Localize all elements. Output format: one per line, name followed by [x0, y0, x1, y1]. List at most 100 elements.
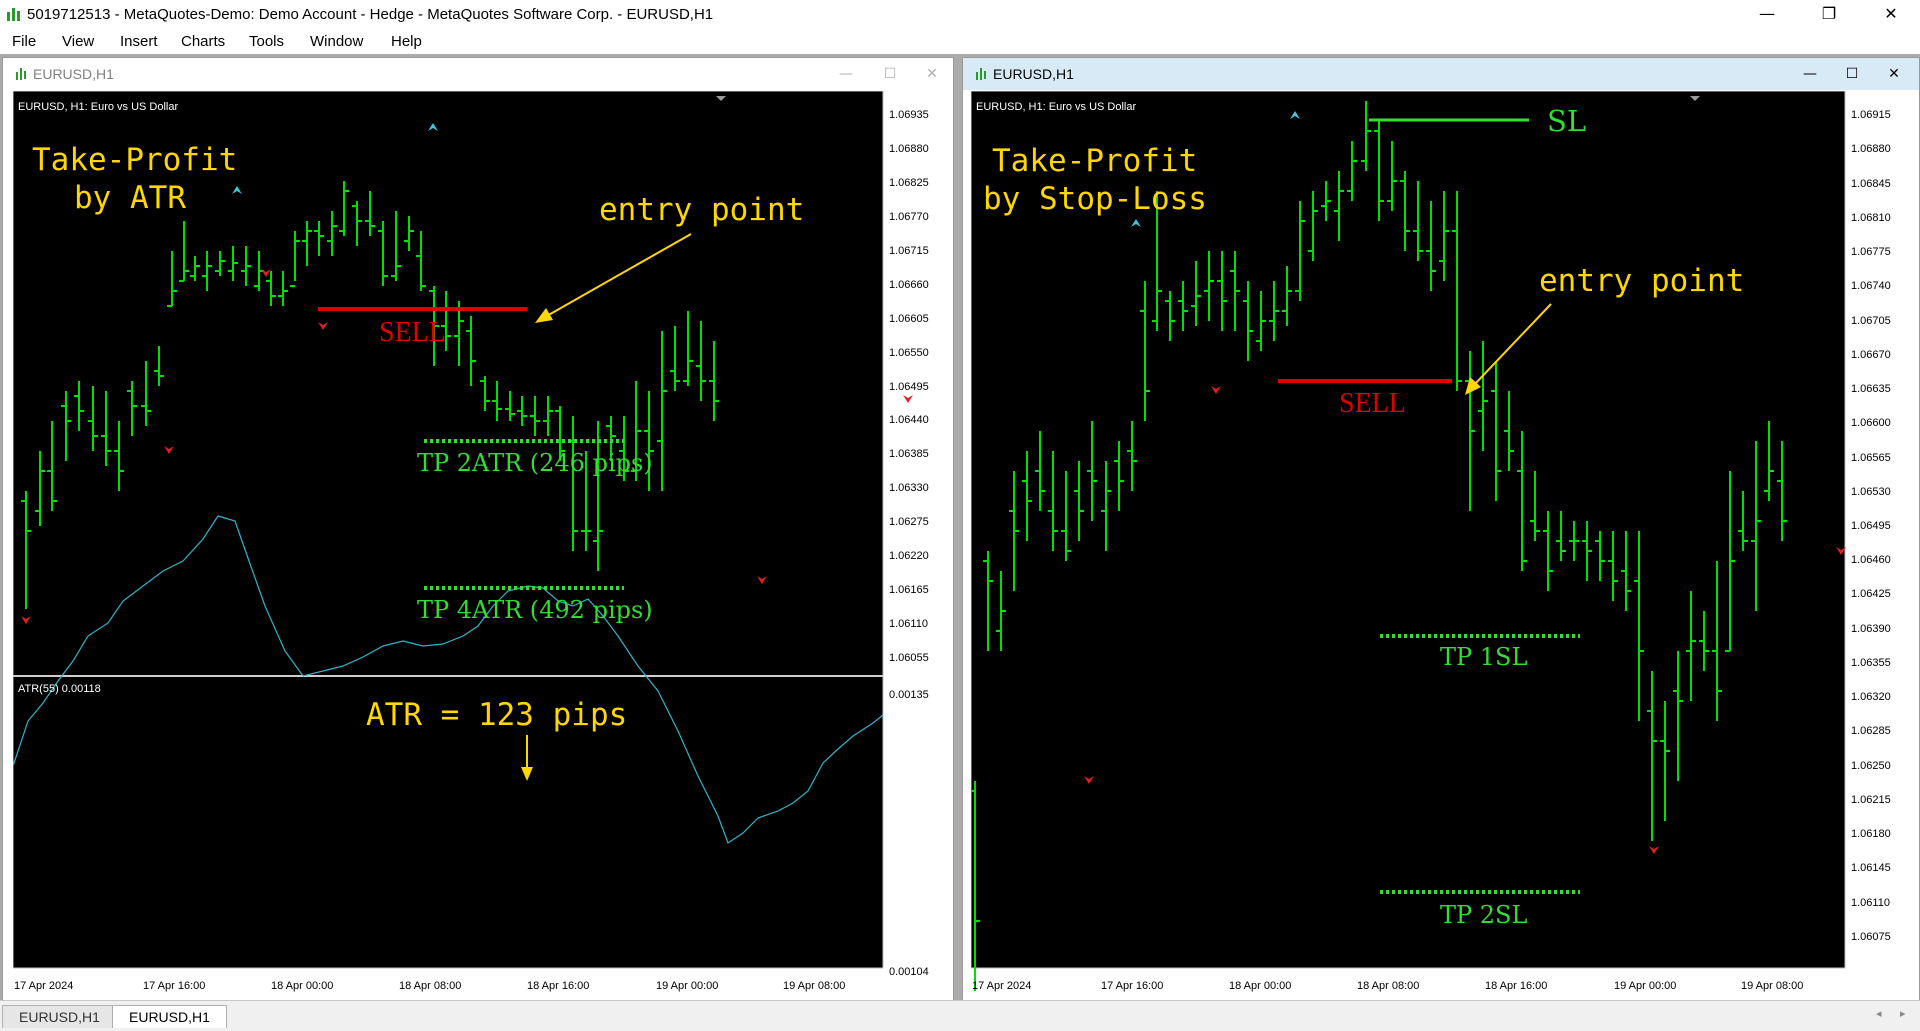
atr-tick: 0.00104: [889, 966, 929, 978]
time-tick: 18 Apr 16:00: [1485, 980, 1547, 992]
left-window-titlebar[interactable]: EURUSD,H1 — ☐ ✕: [3, 58, 953, 90]
menu-insert[interactable]: Insert: [120, 33, 158, 50]
time-tick: 18 Apr 08:00: [399, 980, 461, 992]
price-tick: 1.06390: [1851, 623, 1891, 635]
price-tick: 1.06355: [1851, 657, 1891, 669]
right-window-titlebar[interactable]: EURUSD,H1 — ☐ ✕: [963, 58, 1919, 90]
price-tick: 1.06880: [889, 143, 929, 155]
price-tick: 1.06915: [1851, 109, 1891, 121]
time-tick: 19 Apr 00:00: [1614, 980, 1676, 992]
price-tick: 1.06250: [1851, 760, 1891, 772]
price-tick: 1.06495: [1851, 520, 1891, 532]
left-minimize-button[interactable]: —: [831, 63, 861, 85]
price-tick: 1.06215: [1851, 794, 1891, 806]
menu-help[interactable]: Help: [391, 33, 422, 50]
price-tick: 1.06495: [889, 381, 929, 393]
price-tick: 1.06810: [1851, 212, 1891, 224]
time-tick: 18 Apr 00:00: [1229, 980, 1291, 992]
atr-value-label: ATR = 123 pips: [366, 697, 627, 733]
right-entry-label: entry point: [1539, 263, 1744, 299]
left-annotation-title-2: by ATR: [74, 180, 186, 216]
time-tick: 17 Apr 16:00: [143, 980, 205, 992]
left-chart-canvas[interactable]: EURUSD, H1: Euro vs US Dollar ATR(55) 0.…: [13, 91, 953, 995]
time-tick: 17 Apr 2024: [972, 980, 1031, 992]
time-tick: 17 Apr 2024: [14, 980, 73, 992]
price-tick: 1.06320: [1851, 691, 1891, 703]
menu-window[interactable]: Window: [310, 33, 363, 50]
sl-label: SL: [1547, 104, 1586, 138]
time-tick: 19 Apr 00:00: [656, 980, 718, 992]
price-tick: 1.06425: [1851, 588, 1891, 600]
price-tick: 1.06660: [889, 279, 929, 291]
price-tick: 1.06110: [889, 618, 928, 630]
menu-charts[interactable]: Charts: [181, 33, 225, 50]
menu-view[interactable]: View: [62, 33, 94, 50]
atr-info: ATR(55) 0.00118: [18, 683, 101, 695]
window-title: 5019712513 - MetaQuotes-Demo: Demo Accou…: [27, 6, 714, 23]
price-tick: 1.06935: [889, 109, 929, 121]
right-tp2-label: TP 2SL: [1440, 901, 1527, 929]
left-sell-label: SELL: [379, 317, 446, 348]
time-tick: 18 Apr 00:00: [271, 980, 333, 992]
right-chart-window: EURUSD,H1 — ☐ ✕ EURUSD, H1: Euro vs US D…: [962, 57, 1920, 1001]
tabs-scroll-right-icon[interactable]: ▸: [1900, 1007, 1906, 1020]
right-maximize-button[interactable]: ☐: [1837, 63, 1867, 85]
right-annotation-title-2: by Stop-Loss: [983, 181, 1207, 217]
time-tick: 19 Apr 08:00: [783, 980, 845, 992]
left-close-button[interactable]: ✕: [917, 63, 947, 85]
left-annotation-title-1: Take-Profit: [32, 142, 237, 178]
price-tick: 1.06440: [889, 414, 929, 426]
price-tick: 1.06385: [889, 448, 929, 460]
tab-eurusd-h1-left[interactable]: EURUSD,H1: [2, 1005, 117, 1028]
chart-window-icon: [16, 68, 26, 80]
right-symbol-info: EURUSD, H1: Euro vs US Dollar: [976, 101, 1136, 113]
close-button[interactable]: ✕: [1868, 2, 1914, 26]
left-chart-window: EURUSD,H1 — ☐ ✕ EURUSD, H1: Euro vs US D…: [2, 57, 954, 1001]
menu-tools[interactable]: Tools: [249, 33, 284, 50]
price-tick: 1.06285: [1851, 725, 1891, 737]
left-tp1-label: TP 2ATR (246 pips): [417, 449, 653, 477]
price-tick: 1.06845: [1851, 178, 1891, 190]
atr-tick: 0.00135: [889, 689, 929, 701]
price-tick: 1.06880: [1851, 143, 1891, 155]
price-tick: 1.06740: [1851, 280, 1891, 292]
menu-file[interactable]: File: [12, 33, 36, 50]
restore-button[interactable]: ❐: [1806, 2, 1852, 26]
price-tick: 1.06165: [889, 584, 929, 596]
price-tick: 1.06110: [1851, 897, 1890, 909]
left-maximize-button[interactable]: ☐: [875, 63, 905, 85]
price-tick: 1.06530: [1851, 486, 1891, 498]
time-tick: 17 Apr 16:00: [1101, 980, 1163, 992]
mdi-workspace: EURUSD,H1 — ☐ ✕ EURUSD, H1: Euro vs US D…: [0, 54, 1920, 1001]
right-chart-canvas[interactable]: EURUSD, H1: Euro vs US Dollar Take-Profi…: [971, 91, 1917, 995]
right-chart-background: [971, 91, 1845, 968]
price-tick: 1.06075: [1851, 931, 1891, 943]
menu-bar: File View Insert Charts Tools Window Hel…: [0, 29, 1920, 54]
minimize-button[interactable]: —: [1744, 2, 1790, 26]
price-tick: 1.06460: [1851, 554, 1891, 566]
left-entry-label: entry point: [599, 192, 804, 228]
price-tick: 1.06550: [889, 347, 929, 359]
right-tp1-label: TP 1SL: [1440, 643, 1527, 671]
price-tick: 1.06180: [1851, 828, 1891, 840]
right-sell-label: SELL: [1339, 388, 1406, 419]
price-tick: 1.06275: [889, 516, 929, 528]
chart-window-icon: [976, 68, 986, 80]
price-tick: 1.06670: [1851, 349, 1891, 361]
right-minimize-button[interactable]: —: [1795, 63, 1825, 85]
right-close-button[interactable]: ✕: [1879, 63, 1909, 85]
price-tick: 1.06145: [1851, 862, 1891, 874]
price-tick: 1.06635: [1851, 383, 1891, 395]
price-tick: 1.06605: [889, 313, 929, 325]
price-tick: 1.06705: [1851, 315, 1891, 327]
price-tick: 1.06220: [889, 550, 929, 562]
price-tick: 1.06775: [1851, 246, 1891, 258]
left-tp2-label: TP 4ATR (492 pips): [417, 596, 653, 624]
price-tick: 1.06330: [889, 482, 929, 494]
time-tick: 18 Apr 08:00: [1357, 980, 1419, 992]
time-tick: 19 Apr 08:00: [1741, 980, 1803, 992]
tabs-scroll-left-icon[interactable]: ◂: [1876, 1007, 1882, 1020]
tab-eurusd-h1-right[interactable]: EURUSD,H1: [112, 1005, 227, 1028]
price-tick: 1.06825: [889, 177, 929, 189]
metatrader-app-icon: [7, 8, 20, 21]
